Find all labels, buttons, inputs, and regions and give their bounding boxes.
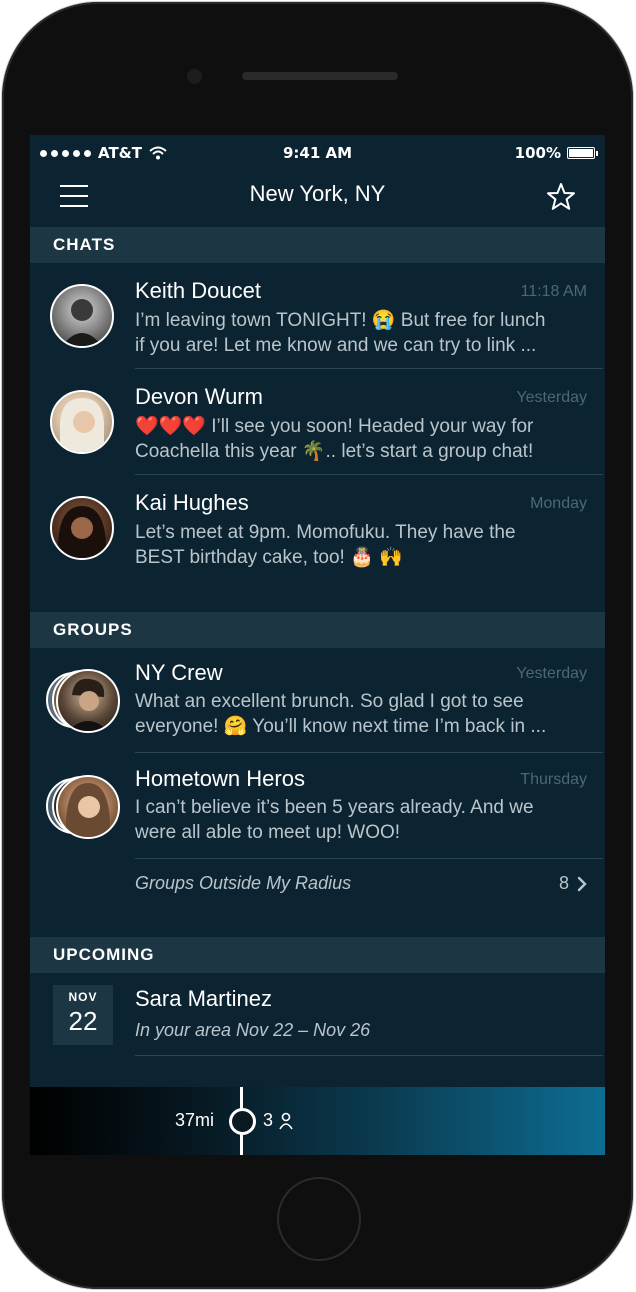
app-screen: AT&T 9:41 AM 100% New York, NY CHATS Kei… [30, 135, 605, 1155]
radius-slider-bar[interactable]: 37mi 3 [30, 1087, 605, 1155]
group-name: NY Crew [135, 660, 223, 685]
chat-message-line: Coachella this year 🌴.. let’s start a gr… [135, 441, 534, 462]
group-time: Thursday [520, 771, 587, 788]
earpiece-speaker [242, 72, 398, 80]
radius-distance: 37mi [175, 1110, 215, 1130]
location-title[interactable]: New York, NY [30, 181, 605, 207]
row-divider [135, 1055, 603, 1056]
chat-row[interactable]: Kai Hughes Monday Let’s meet at 9pm. Mom… [30, 475, 605, 581]
calendar-month: NOV [68, 990, 98, 1004]
calendar-date-badge: NOV 22 [53, 985, 113, 1045]
nearby-people-count: 3 [263, 1110, 293, 1131]
groups-section-header: GROUPS [30, 612, 605, 648]
avatar [56, 669, 120, 733]
outside-count-value: 8 [558, 873, 569, 893]
chat-message: I’m leaving town TONIGHT! 😭 But free for… [135, 308, 590, 358]
person-icon [279, 1112, 293, 1129]
group-message-line: everyone! 🤗 You’ll know next time I’m ba… [135, 716, 547, 737]
groups-outside-radius-count: 8 [559, 873, 587, 894]
chat-message-line: Let’s meet at 9pm. Momofuku. They have t… [135, 522, 516, 543]
chat-name: Kai Hughes [135, 490, 249, 515]
avatar [50, 284, 114, 348]
chat-row[interactable]: Keith Doucet 11:18 AM I’m leaving town T… [30, 263, 605, 369]
group-message: I can’t believe it’s been 5 years alread… [135, 795, 590, 845]
group-message-line: were all able to meet up! WOO! [135, 822, 401, 843]
group-message-line: I can’t believe it’s been 5 years alread… [135, 797, 534, 818]
status-bar: AT&T 9:41 AM 100% [30, 135, 605, 171]
chat-message: ❤️❤️❤️ I’ll see you soon! Headed your wa… [135, 414, 590, 464]
groups-outside-radius-row[interactable]: Groups Outside My Radius 8 [30, 860, 605, 910]
chevron-right-icon [577, 876, 587, 891]
chat-name: Devon Wurm [135, 384, 263, 409]
chat-message-line: if you are! Let me know and we can try t… [135, 335, 537, 356]
chat-name: Keith Doucet [135, 278, 261, 303]
avatar [50, 496, 114, 560]
front-camera [187, 69, 202, 84]
row-divider [135, 858, 603, 859]
chat-message-line: I’m leaving town TONIGHT! 😭 But free for… [135, 310, 546, 331]
groups-outside-radius-label: Groups Outside My Radius [135, 873, 352, 893]
upcoming-name: Sara Martinez [135, 986, 272, 1011]
star-icon[interactable] [545, 181, 577, 213]
group-row[interactable]: NY Crew Yesterday What an excellent brun… [30, 648, 605, 754]
people-count-value: 3 [263, 1110, 274, 1130]
chat-message-line: BEST birthday cake, too! 🎂 🙌 [135, 547, 403, 568]
upcoming-row[interactable]: NOV 22 Sara Martinez In your area Nov 22… [30, 973, 605, 1057]
chat-row[interactable]: Devon Wurm Yesterday ❤️❤️❤️ I’ll see you… [30, 369, 605, 475]
nav-bar: New York, NY [30, 171, 605, 226]
battery-percent: 100% [514, 144, 561, 162]
upcoming-section-header: UPCOMING [30, 937, 605, 973]
battery-icon [567, 147, 598, 159]
home-button[interactable] [277, 1177, 361, 1261]
chat-time: 11:18 AM [520, 283, 587, 300]
calendar-day: 22 [68, 1006, 98, 1036]
chat-time: Monday [530, 495, 587, 512]
group-time: Yesterday [516, 665, 587, 682]
slider-knob[interactable] [229, 1108, 256, 1135]
avatar [56, 775, 120, 839]
chat-message: Let’s meet at 9pm. Momofuku. They have t… [135, 520, 590, 570]
group-message-line: What an excellent brunch. So glad I got … [135, 691, 524, 712]
avatar [50, 390, 114, 454]
battery-status: 100% [514, 144, 598, 162]
chats-section-header: CHATS [30, 227, 605, 263]
group-row[interactable]: Hometown Heros Thursday I can’t believe … [30, 754, 605, 860]
row-divider [135, 752, 603, 753]
chat-time: Yesterday [516, 389, 587, 406]
group-name: Hometown Heros [135, 766, 305, 791]
group-message: What an excellent brunch. So glad I got … [135, 689, 590, 739]
upcoming-subtitle: In your area Nov 22 – Nov 26 [135, 1020, 371, 1040]
chat-message-line: ❤️❤️❤️ I’ll see you soon! Headed your wa… [135, 416, 534, 437]
